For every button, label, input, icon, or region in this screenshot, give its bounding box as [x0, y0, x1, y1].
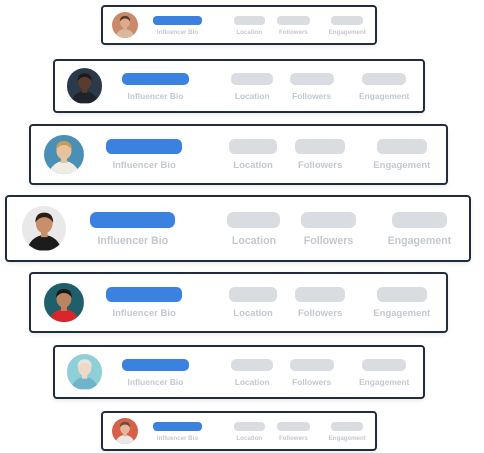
followers-bar	[295, 287, 345, 302]
engagement-bar	[377, 287, 427, 302]
engagement-bar	[362, 72, 407, 86]
followers-label: Followers	[297, 160, 343, 172]
influencer-bio-bar	[152, 15, 203, 26]
influencer-card[interactable]: Influencer Bio Location Followers Engagemen…	[53, 59, 425, 113]
location-label: Location	[233, 308, 273, 320]
location-label: Location	[234, 91, 270, 102]
followers-label: Followers	[303, 234, 354, 247]
location-bar	[227, 211, 281, 228]
person-avatar-5	[44, 282, 85, 323]
followers-bar	[289, 358, 334, 372]
person-avatar-4	[21, 206, 67, 251]
influencer-card[interactable]: Influencer Bio Location Followers Engagemen…	[5, 195, 471, 262]
engagement-label: Engagement	[359, 377, 410, 388]
person-avatar-1	[111, 11, 138, 38]
influencer-bio-label: Influencer Bio	[156, 435, 199, 443]
engagement-bar	[362, 358, 407, 372]
influencer-card[interactable]: Influencer Bio Location Followers Engagemen…	[101, 5, 377, 45]
location-label: Location	[234, 377, 270, 388]
influencer-bio-label: Influencer Bio	[127, 91, 184, 102]
engagement-label: Engagement	[328, 29, 366, 37]
location-bar	[231, 358, 274, 372]
followers-label: Followers	[278, 435, 308, 443]
influencer-card[interactable]: Influencer Bio Location Followers Engagemen…	[101, 411, 377, 451]
engagement-label: Engagement	[387, 234, 452, 247]
influencer-bio-bar	[121, 358, 190, 372]
engagement-label: Engagement	[373, 308, 431, 320]
person-avatar-6	[66, 354, 103, 390]
influencer-bio-bar	[106, 139, 183, 154]
followers-bar	[277, 15, 310, 26]
influencer-bio-bar	[106, 287, 183, 302]
location-bar	[233, 421, 265, 432]
followers-bar	[300, 211, 357, 228]
influencer-bio-label: Influencer Bio	[156, 29, 199, 37]
followers-label: Followers	[278, 29, 308, 37]
influencer-card[interactable]: Influencer Bio Location Followers Engagemen…	[29, 124, 448, 185]
engagement-label: Engagement	[328, 435, 366, 443]
engagement-label: Engagement	[359, 91, 410, 102]
influencer-bio-bar	[90, 211, 176, 228]
followers-bar	[277, 421, 310, 432]
influencer-bio-bar	[121, 72, 190, 86]
influencer-bio-label: Influencer Bio	[112, 308, 176, 320]
followers-label: Followers	[297, 308, 343, 320]
influencer-card[interactable]: Influencer Bio Location Followers Engagemen…	[53, 345, 425, 399]
location-bar	[229, 139, 277, 154]
engagement-bar	[377, 139, 427, 154]
location-label: Location	[236, 29, 263, 37]
person-avatar-3	[44, 134, 85, 175]
followers-bar	[289, 72, 334, 86]
influencer-bio-label: Influencer Bio	[97, 234, 169, 247]
location-label: Location	[236, 435, 263, 443]
location-bar	[229, 287, 277, 302]
followers-bar	[295, 139, 345, 154]
location-label: Location	[233, 160, 273, 172]
engagement-bar	[391, 211, 447, 228]
person-avatar-7	[111, 417, 138, 444]
followers-label: Followers	[292, 91, 332, 102]
location-bar	[231, 72, 274, 86]
influencer-card[interactable]: Influencer Bio Location Followers Engagemen…	[29, 272, 448, 333]
influencer-bio-label: Influencer Bio	[127, 377, 184, 388]
person-avatar-2	[66, 68, 103, 104]
influencer-bio-bar	[152, 421, 203, 432]
location-bar	[233, 15, 265, 26]
location-label: Location	[231, 234, 277, 247]
engagement-bar	[331, 15, 364, 26]
followers-label: Followers	[292, 377, 332, 388]
influencer-list: Influencer Bio Location Followers Engagemen…	[0, 0, 484, 453]
engagement-bar	[331, 421, 364, 432]
influencer-bio-label: Influencer Bio	[112, 160, 176, 172]
engagement-label: Engagement	[373, 160, 431, 172]
